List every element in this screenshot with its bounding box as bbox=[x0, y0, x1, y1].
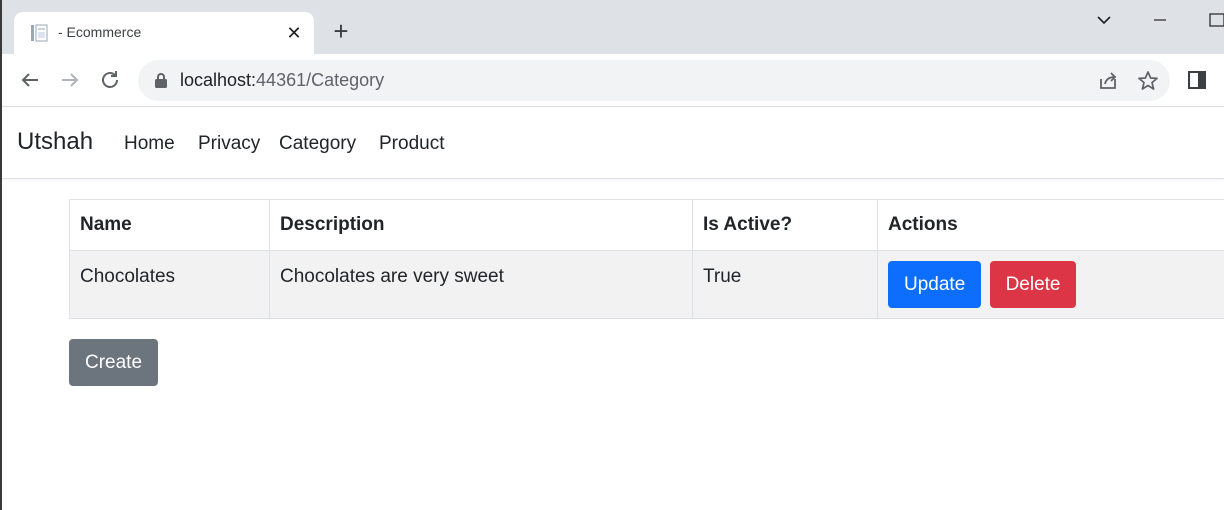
cell-actions: Update Delete bbox=[877, 250, 1224, 319]
tab-search-chevron-icon[interactable] bbox=[1092, 8, 1116, 32]
browser-toolbar: localhost:44361/Category bbox=[2, 54, 1224, 107]
bookmark-star-icon[interactable] bbox=[1136, 69, 1160, 93]
tab-strip: - Ecommerce ✕ + bbox=[2, 0, 1224, 54]
new-tab-button[interactable]: + bbox=[329, 18, 353, 44]
column-header-actions: Actions bbox=[877, 199, 1224, 251]
brand-logo-link[interactable]: Utshah bbox=[17, 128, 93, 156]
table-header-row: Name Description Is Active? Actions bbox=[69, 199, 1224, 251]
site-navbar: Utshah Home Privacy Category Product bbox=[2, 108, 1224, 179]
tab-title: - Ecommerce bbox=[58, 24, 142, 40]
forward-arrow-icon[interactable] bbox=[58, 68, 82, 92]
delete-button[interactable]: Delete bbox=[989, 261, 1077, 308]
column-header-name: Name bbox=[69, 199, 270, 251]
back-arrow-icon[interactable] bbox=[18, 68, 42, 92]
cell-is-active: True bbox=[692, 250, 878, 319]
create-button[interactable]: Create bbox=[69, 339, 158, 386]
address-bar[interactable]: localhost:44361/Category bbox=[138, 60, 1170, 101]
cell-name: Chocolates bbox=[69, 250, 270, 319]
column-header-is-active: Is Active? bbox=[692, 199, 878, 251]
maximize-icon[interactable] bbox=[1202, 8, 1224, 32]
nav-link-home[interactable]: Home bbox=[124, 133, 175, 155]
column-header-description: Description bbox=[269, 199, 693, 251]
page-favicon-icon bbox=[31, 24, 48, 42]
url-text[interactable]: localhost:44361/Category bbox=[180, 70, 384, 91]
side-panel-icon[interactable] bbox=[1185, 68, 1209, 92]
category-table: Name Description Is Active? Actions Choc… bbox=[69, 199, 1224, 319]
nav-link-product[interactable]: Product bbox=[379, 133, 444, 155]
update-button[interactable]: Update bbox=[888, 261, 982, 308]
share-icon[interactable] bbox=[1096, 69, 1120, 93]
lock-icon[interactable] bbox=[154, 72, 168, 88]
close-tab-icon[interactable]: ✕ bbox=[284, 23, 304, 43]
minimize-icon[interactable] bbox=[1148, 8, 1172, 32]
url-host: localhost: bbox=[180, 70, 257, 90]
browser-tab[interactable]: - Ecommerce ✕ bbox=[14, 12, 314, 54]
url-path: 44361/Category bbox=[256, 70, 385, 90]
table-row: Chocolates Chocolates are very sweet Tru… bbox=[69, 250, 1224, 319]
cell-description: Chocolates are very sweet bbox=[269, 250, 693, 319]
nav-link-category[interactable]: Category bbox=[279, 133, 356, 155]
reload-icon[interactable] bbox=[98, 68, 122, 92]
nav-link-privacy[interactable]: Privacy bbox=[198, 133, 260, 155]
